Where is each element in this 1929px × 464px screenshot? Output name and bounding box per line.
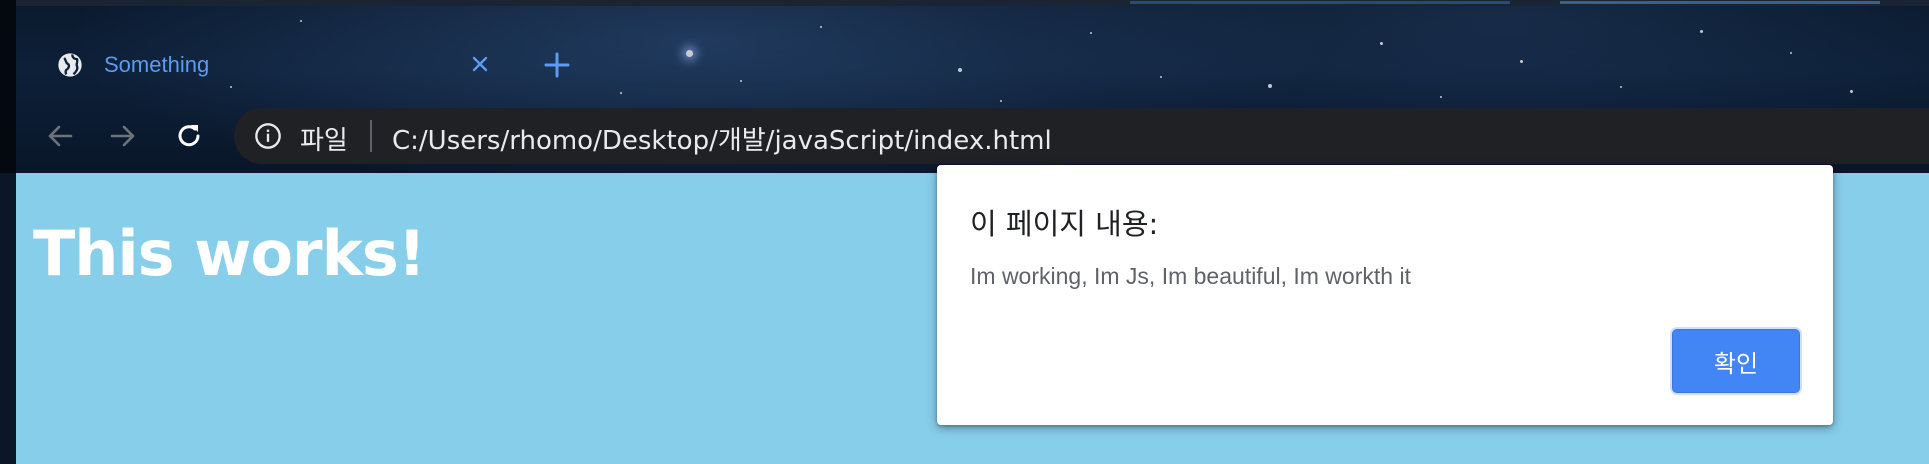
star [300, 20, 302, 22]
browser-tab[interactable]: Something [40, 36, 510, 94]
star [1000, 100, 1002, 102]
info-icon[interactable] [254, 122, 282, 150]
plus-icon [544, 52, 570, 78]
address-divider [370, 120, 372, 152]
star [740, 80, 742, 82]
star [1790, 52, 1792, 54]
arrow-right-icon [110, 125, 135, 147]
star [620, 92, 622, 94]
page-heading: This works! [33, 217, 426, 290]
alert-title: 이 페이지 내용: [970, 207, 1159, 241]
alert-message: Im working, Im Js, Im beautiful, Im work… [970, 263, 1411, 289]
star [958, 68, 962, 72]
browser-chrome: Something 파일 C:/Users/rhomo/Desktop/개발/j… [0, 0, 1929, 173]
top-strip-segment [1130, 1, 1510, 4]
star [1520, 60, 1523, 63]
back-button[interactable] [42, 118, 78, 154]
alert-ok-button[interactable]: 확인 [1672, 329, 1800, 393]
star [820, 26, 822, 28]
address-scheme-label: 파일 [300, 126, 348, 156]
new-tab-button[interactable] [540, 48, 574, 82]
top-strip-segment [1560, 1, 1880, 4]
star [1160, 76, 1162, 78]
star [1440, 96, 1442, 98]
window-top-strip [0, 0, 1929, 6]
forward-button[interactable] [105, 118, 141, 154]
star [1090, 32, 1092, 34]
star [1380, 42, 1383, 45]
tab-title: Something [104, 52, 210, 77]
tab-close-icon[interactable] [465, 49, 495, 79]
globe-icon [58, 53, 82, 77]
alert-dialog: 이 페이지 내용: Im working, Im Js, Im beautifu… [937, 165, 1833, 425]
reload-icon [178, 125, 200, 147]
reload-button[interactable] [171, 118, 207, 154]
address-bar[interactable]: 파일 C:/Users/rhomo/Desktop/개발/javaScript/… [234, 108, 1929, 164]
window-left-edge [0, 0, 16, 173]
star [686, 50, 693, 57]
arrow-left-icon [48, 125, 73, 147]
star [1268, 84, 1272, 88]
star [1850, 90, 1853, 93]
address-url[interactable]: C:/Users/rhomo/Desktop/개발/javaScript/ind… [392, 120, 1052, 157]
star [1700, 30, 1703, 33]
star [1620, 86, 1622, 88]
